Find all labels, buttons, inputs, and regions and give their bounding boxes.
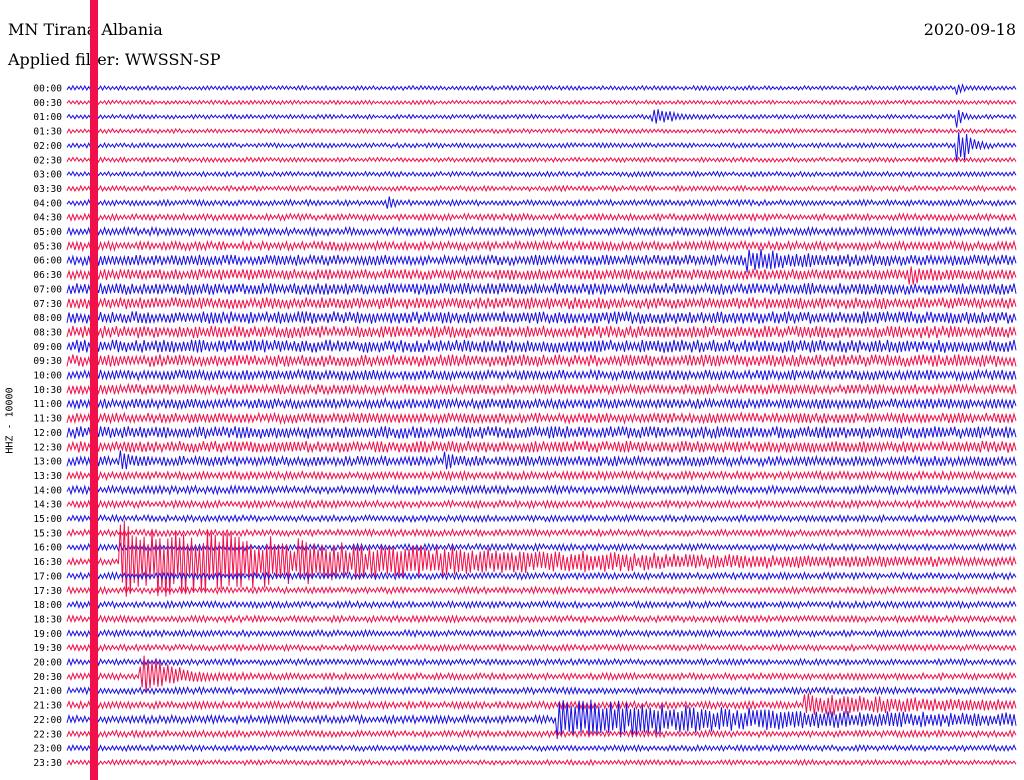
y-tick-label: 12:30 bbox=[33, 442, 62, 453]
y-tick-label: 22:30 bbox=[33, 729, 62, 740]
trace-row-1730 bbox=[66, 585, 1017, 596]
trace-row-0800 bbox=[66, 311, 1017, 325]
trace-row-0930 bbox=[66, 354, 1017, 368]
trace-row-0100 bbox=[66, 109, 1017, 128]
y-tick-label: 20:00 bbox=[33, 658, 62, 669]
y-tick-label: 12:00 bbox=[33, 428, 62, 439]
y-tick-label: 17:30 bbox=[33, 586, 62, 597]
trace-row-1530 bbox=[66, 527, 1017, 538]
trace-row-0230 bbox=[66, 156, 1017, 164]
trace-group bbox=[66, 83, 1017, 767]
y-tick-label: 19:00 bbox=[33, 629, 62, 640]
time-marker bbox=[90, 0, 98, 780]
y-tick-label: 07:00 bbox=[33, 284, 62, 295]
y-tick-label: 09:30 bbox=[33, 356, 62, 367]
y-tick-label: 02:30 bbox=[33, 155, 62, 166]
y-tick-label: 02:00 bbox=[33, 141, 62, 152]
trace-row-0200 bbox=[66, 132, 1017, 162]
y-tick-label: 05:00 bbox=[33, 227, 62, 238]
trace-row-0500 bbox=[66, 225, 1017, 238]
trace-row-0330 bbox=[66, 184, 1017, 193]
trace-row-0900 bbox=[66, 339, 1017, 353]
trace-row-1500 bbox=[66, 513, 1017, 524]
y-tick-label: 23:30 bbox=[33, 758, 62, 769]
trace-row-2230 bbox=[66, 728, 1017, 739]
y-tick-label: 18:30 bbox=[33, 614, 62, 625]
y-tick-label: 08:30 bbox=[33, 327, 62, 338]
trace-row-0430 bbox=[66, 212, 1017, 223]
y-tick-label: 03:30 bbox=[33, 184, 62, 195]
trace-row-0000 bbox=[66, 83, 1017, 95]
y-tick-label: 22:00 bbox=[33, 715, 62, 726]
trace-row-0300 bbox=[66, 170, 1017, 178]
trace-row-2330 bbox=[66, 758, 1017, 767]
trace-row-1000 bbox=[66, 368, 1017, 382]
y-tick-label: 14:30 bbox=[33, 500, 62, 511]
trace-row-0700 bbox=[66, 281, 1017, 296]
helicorder-plot: 00:00 00:30 01:00 01:30 02:00 02:30 03:00 03:30… bbox=[33, 0, 1017, 780]
trace-row-0030 bbox=[66, 99, 1017, 106]
y-tick-label: 10:30 bbox=[33, 385, 62, 396]
trace-row-0400 bbox=[66, 196, 1017, 209]
y-tick-label: 20:30 bbox=[33, 672, 62, 683]
y-tick-label: 15:00 bbox=[33, 514, 62, 525]
trace-row-1200 bbox=[66, 425, 1017, 439]
trace-row-1800 bbox=[66, 599, 1017, 610]
y-tick-label: 10:00 bbox=[33, 371, 62, 382]
trace-row-1830 bbox=[66, 614, 1017, 624]
y-tick-labels: 00:00 00:30 01:00 01:30 02:00 02:30 03:00 03:30… bbox=[33, 84, 62, 769]
trace-row-2100 bbox=[66, 685, 1017, 696]
y-tick-label: 07:30 bbox=[33, 299, 62, 310]
y-tick-label: 15:30 bbox=[33, 528, 62, 539]
y-tick-label: 00:30 bbox=[33, 98, 62, 109]
y-tick-label: 05:30 bbox=[33, 241, 62, 252]
trace-row-1930 bbox=[66, 643, 1017, 653]
trace-row-1130 bbox=[66, 411, 1017, 426]
y-tick-label: 09:00 bbox=[33, 342, 62, 353]
trace-row-0130 bbox=[66, 127, 1017, 135]
trace-row-1600 bbox=[66, 542, 1017, 553]
y-tick-label: 04:00 bbox=[33, 198, 62, 209]
trace-row-2130 bbox=[66, 693, 1017, 716]
trace-row-1430 bbox=[66, 498, 1017, 510]
trace-row-1300 bbox=[66, 450, 1017, 470]
y-tick-label: 16:30 bbox=[33, 557, 62, 568]
y-tick-label: 16:00 bbox=[33, 543, 62, 554]
trace-row-2300 bbox=[66, 743, 1017, 753]
y-tick-label: 11:30 bbox=[33, 414, 62, 425]
trace-row-0530 bbox=[66, 239, 1017, 253]
y-tick-label: 04:30 bbox=[33, 213, 62, 224]
y-tick-label: 00:00 bbox=[33, 84, 62, 95]
y-tick-label: 23:00 bbox=[33, 744, 62, 755]
y-tick-label: 01:30 bbox=[33, 127, 62, 138]
y-tick-label: 21:30 bbox=[33, 701, 62, 712]
y-tick-label: 11:00 bbox=[33, 399, 62, 410]
y-tick-label: 13:30 bbox=[33, 471, 62, 482]
y-tick-label: 08:00 bbox=[33, 313, 62, 324]
y-tick-label: 19:30 bbox=[33, 643, 62, 654]
trace-row-1100 bbox=[66, 396, 1017, 411]
trace-row-1630 bbox=[66, 520, 1017, 597]
y-tick-label: 18:00 bbox=[33, 600, 62, 611]
trace-row-0730 bbox=[66, 296, 1017, 310]
trace-row-2030 bbox=[66, 655, 1017, 694]
trace-row-1400 bbox=[66, 483, 1017, 496]
trace-row-1230 bbox=[66, 440, 1017, 454]
trace-row-1330 bbox=[66, 469, 1017, 482]
trace-row-0600 bbox=[66, 248, 1017, 273]
y-tick-label: 03:00 bbox=[33, 170, 62, 181]
y-tick-label: 06:30 bbox=[33, 270, 62, 281]
y-tick-label: 17:00 bbox=[33, 571, 62, 582]
trace-row-1900 bbox=[66, 628, 1017, 639]
y-tick-label: 21:00 bbox=[33, 686, 62, 697]
y-tick-label: 01:00 bbox=[33, 112, 62, 123]
trace-row-2000 bbox=[66, 657, 1017, 667]
y-tick-label: 06:00 bbox=[33, 256, 62, 267]
trace-row-0630 bbox=[66, 266, 1017, 285]
y-tick-label: 14:00 bbox=[33, 485, 62, 496]
trace-row-0830 bbox=[66, 325, 1017, 339]
y-tick-label: 13:00 bbox=[33, 457, 62, 468]
trace-row-1030 bbox=[66, 382, 1017, 397]
